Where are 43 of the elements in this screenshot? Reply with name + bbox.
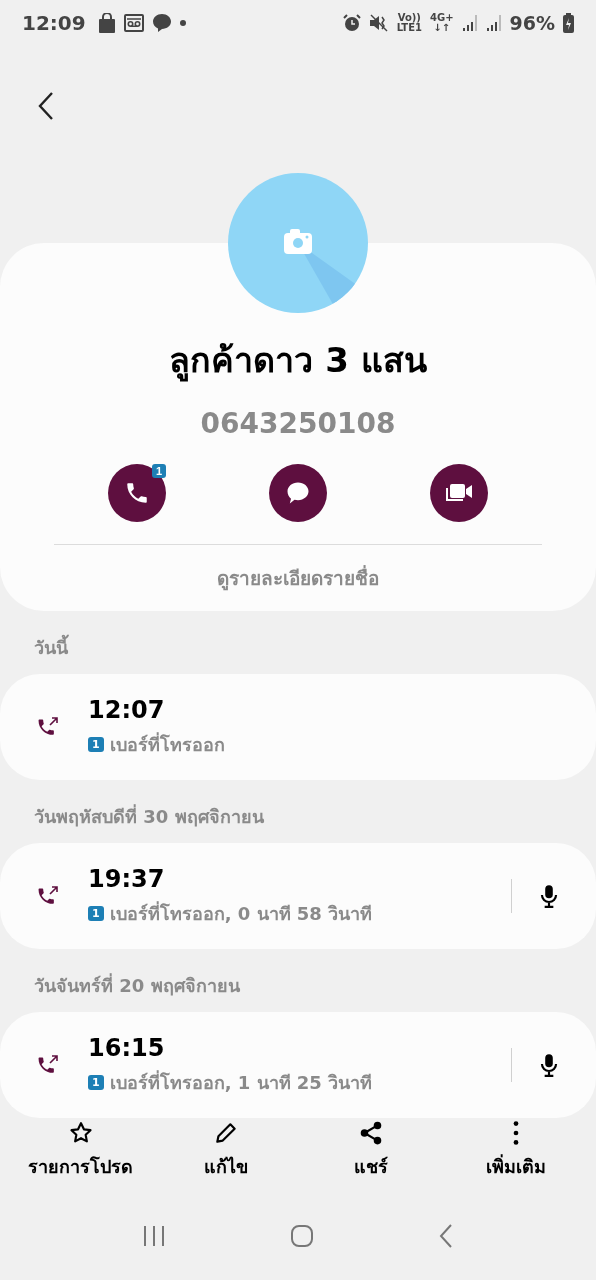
home-icon[interactable]: [290, 1224, 314, 1248]
call-log-entry[interactable]: 19:37 1 เบอร์ที่โทรออก, 0 นาที 58 วินาที: [0, 843, 596, 949]
dot-icon: [179, 19, 186, 26]
date-heading: วันนี้: [0, 611, 596, 674]
phone-number: 0643250108: [200, 407, 396, 440]
call-log-entry[interactable]: 12:07 1 เบอร์ที่โทรออก: [0, 674, 596, 780]
mute-icon: [368, 13, 389, 32]
call-detail: เบอร์ที่โทรออก, 1 นาที 25 วินาที: [109, 1069, 373, 1095]
call-detail: เบอร์ที่โทรออก: [109, 731, 225, 757]
sim-badge: 1: [88, 905, 104, 921]
call-log-entry[interactable]: 16:15 1 เบอร์ที่โทรออก, 1 นาที 25 วินาที: [0, 1012, 596, 1118]
more-action[interactable]: เพิ่มเติม: [445, 1119, 586, 1182]
chat-bubble-icon: [151, 12, 172, 33]
shopping-bag-icon: [97, 12, 116, 33]
sim-badge: 1: [151, 464, 166, 478]
more-icon: [511, 1120, 520, 1146]
phone-icon: [124, 480, 150, 506]
sim-badge: 1: [88, 736, 104, 752]
recent-apps-icon[interactable]: [142, 1225, 166, 1247]
video-call-button[interactable]: [430, 464, 488, 522]
contact-name: ลูกค้าดาว 3 แสน: [169, 339, 427, 384]
alarm-icon: [342, 13, 361, 32]
sim-badge: 1: [88, 1074, 104, 1090]
call-detail: เบอร์ที่โทรออก, 0 นาที 58 วินาที: [109, 900, 373, 926]
battery-percentage: 96%: [509, 11, 555, 34]
volte-indicator: Vo)) LTE1: [396, 12, 422, 33]
call-time: 16:15: [88, 1033, 166, 1062]
call-button[interactable]: 1: [108, 464, 166, 522]
date-heading: วันจันทร์ที่ 20 พฤศจิกายน: [33, 972, 241, 998]
call-time: 19:37: [88, 864, 166, 893]
date-heading: วันพฤหัสบดีที่ 30 พฤศจิกายน: [33, 803, 265, 829]
favorite-action[interactable]: รายการโปรด: [10, 1119, 151, 1182]
voicemail-icon: [123, 13, 144, 32]
call-time: 12:07: [88, 695, 166, 724]
back-icon[interactable]: [438, 1224, 454, 1248]
signal-icon: [485, 13, 502, 32]
message-button[interactable]: [269, 464, 327, 522]
signal-icon: [461, 13, 478, 32]
share-action[interactable]: แชร์: [300, 1119, 441, 1182]
network-indicator: 4G+ ↓↑: [429, 12, 454, 33]
edit-action[interactable]: แก้ไข: [155, 1119, 296, 1182]
battery-charging-icon: [563, 12, 574, 33]
status-time: 12:09: [22, 10, 86, 35]
